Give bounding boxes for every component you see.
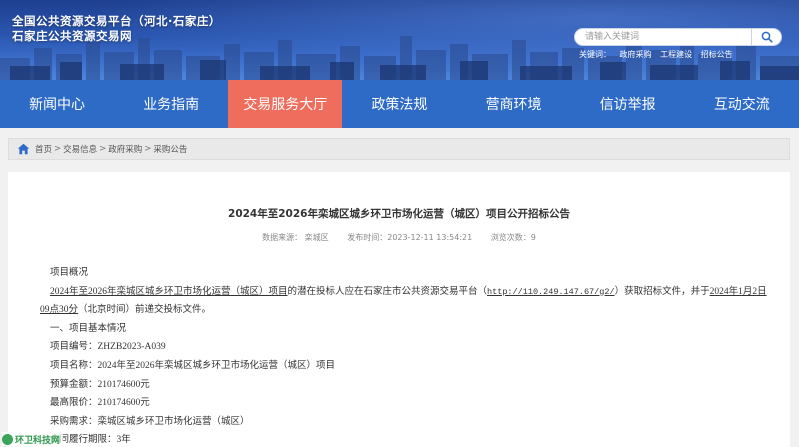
breadcrumb-government-procurement[interactable]: 政府采购 — [108, 143, 142, 155]
meta-source: 数据来源： 栾城区 — [262, 233, 329, 242]
breadcrumb-procurement-notice[interactable]: 采购公告 — [153, 143, 187, 155]
overview-text: （北京时间）前递交投标文件。 — [78, 305, 212, 316]
section-heading-basic-info: 一、项目基本情况 — [50, 323, 127, 334]
breadcrumb-trade-info[interactable]: 交易信息 — [63, 143, 97, 155]
hot-keyword-link[interactable]: 招标公告 — [701, 50, 733, 59]
hot-keyword-link[interactable]: 工程建设 — [660, 50, 692, 59]
overview-paragraph-line1: 2024年至2026年栾城区城乡环卫市场化运营（城区）项目的潜在投标人应在石家庄… — [50, 283, 780, 302]
main-nav: 新闻中心 业务指南 交易服务大厅 政策法规 营商环境 信访举报 互动交流 — [0, 80, 799, 128]
header-banner: 全国公共资源交易平台（河北·石家庄） 石家庄公共资源交易网 请输入关键词 关键词… — [0, 0, 799, 80]
nav-item-business-environment[interactable]: 营商环境 — [457, 80, 571, 128]
field-requirement: 采购需求：栾城区城乡环卫市场化运营（城区） — [50, 416, 250, 427]
nav-item-petition[interactable]: 信访举报 — [571, 80, 685, 128]
breadcrumb-home[interactable]: 首页 — [35, 143, 52, 155]
article-meta: 数据来源： 栾城区 发布时间：2023-12-11 13:54:21 浏览次数：… — [8, 232, 790, 243]
project-name-link: 2024年至2026年栾城区城乡环卫市场化运营（城区）项目 — [50, 286, 288, 297]
breadcrumb-separator: > — [54, 144, 62, 154]
breadcrumb: 首页 > 交易信息 > 政府采购 > 采购公告 — [8, 138, 790, 160]
hot-keyword-link[interactable]: 政府采购 — [620, 50, 652, 59]
breadcrumb-separator: > — [99, 144, 107, 154]
nav-item-interaction[interactable]: 互动交流 — [685, 80, 799, 128]
site-title: 全国公共资源交易平台（河北·石家庄） 石家庄公共资源交易网 — [12, 14, 221, 44]
overview-heading: 项目概况 — [50, 268, 89, 278]
overview-text: ）获取招标文件，并于 — [614, 286, 710, 297]
search-icon — [761, 31, 773, 43]
watermark: 环卫科技网 — [2, 432, 64, 446]
hot-keywords: 关键词： 政府采购 工程建设 招标公告 — [579, 49, 739, 60]
field-project-number: 项目编号：ZHZB2023-A039 — [50, 342, 166, 353]
article-panel: 2024年至2026年栾城区城乡环卫市场化运营（城区）项目公开招标公告 数据来源… — [8, 172, 790, 447]
deadline-time: 09点30分 — [40, 305, 79, 316]
hot-keywords-label: 关键词： — [579, 50, 611, 59]
breadcrumb-separator: > — [144, 144, 152, 154]
meta-publish-time: 发布时间：2023-12-11 13:54:21 — [347, 233, 473, 242]
search-input[interactable]: 请输入关键词 — [574, 28, 752, 46]
platform-url-link[interactable]: http://110.249.147.67/g2/ — [487, 287, 615, 297]
home-icon[interactable] — [17, 143, 30, 155]
overview-text: 的潜在投标人应在石家庄市公共资源交易平台（ — [287, 286, 488, 297]
meta-views: 浏览次数：9 — [490, 233, 536, 242]
watermark-text: 环卫科技网 — [15, 435, 61, 446]
site-title-line2: 石家庄公共资源交易网 — [12, 29, 132, 43]
nav-item-policy[interactable]: 政策法规 — [342, 80, 456, 128]
nav-item-trading-hall[interactable]: 交易服务大厅 — [228, 80, 343, 128]
search-button[interactable] — [752, 28, 782, 46]
field-budget: 预算金额：210174600元 — [50, 379, 150, 390]
deadline-date: 2024年1月2日 — [709, 286, 767, 297]
site-title-line1: 全国公共资源交易平台（河北·石家庄） — [12, 14, 221, 28]
article-body: 项目概况 2024年至2026年栾城区城乡环卫市场化运营（城区）项目的潜在投标人… — [40, 264, 780, 447]
nav-item-guide[interactable]: 业务指南 — [114, 80, 228, 128]
overview-paragraph-line2: 09点30分（北京时间）前递交投标文件。 — [40, 301, 780, 320]
field-max-price: 最高限价：210174600元 — [50, 398, 150, 409]
field-contract-term: 合同履行期限：3年 — [50, 435, 131, 446]
nav-item-news[interactable]: 新闻中心 — [0, 80, 114, 128]
watermark-logo-icon — [2, 433, 13, 445]
field-project-name: 项目名称：2024年至2026年栾城区城乡环卫市场化运营（城区）项目 — [50, 360, 336, 371]
article-title: 2024年至2026年栾城区城乡环卫市场化运营（城区）项目公开招标公告 — [228, 208, 570, 220]
